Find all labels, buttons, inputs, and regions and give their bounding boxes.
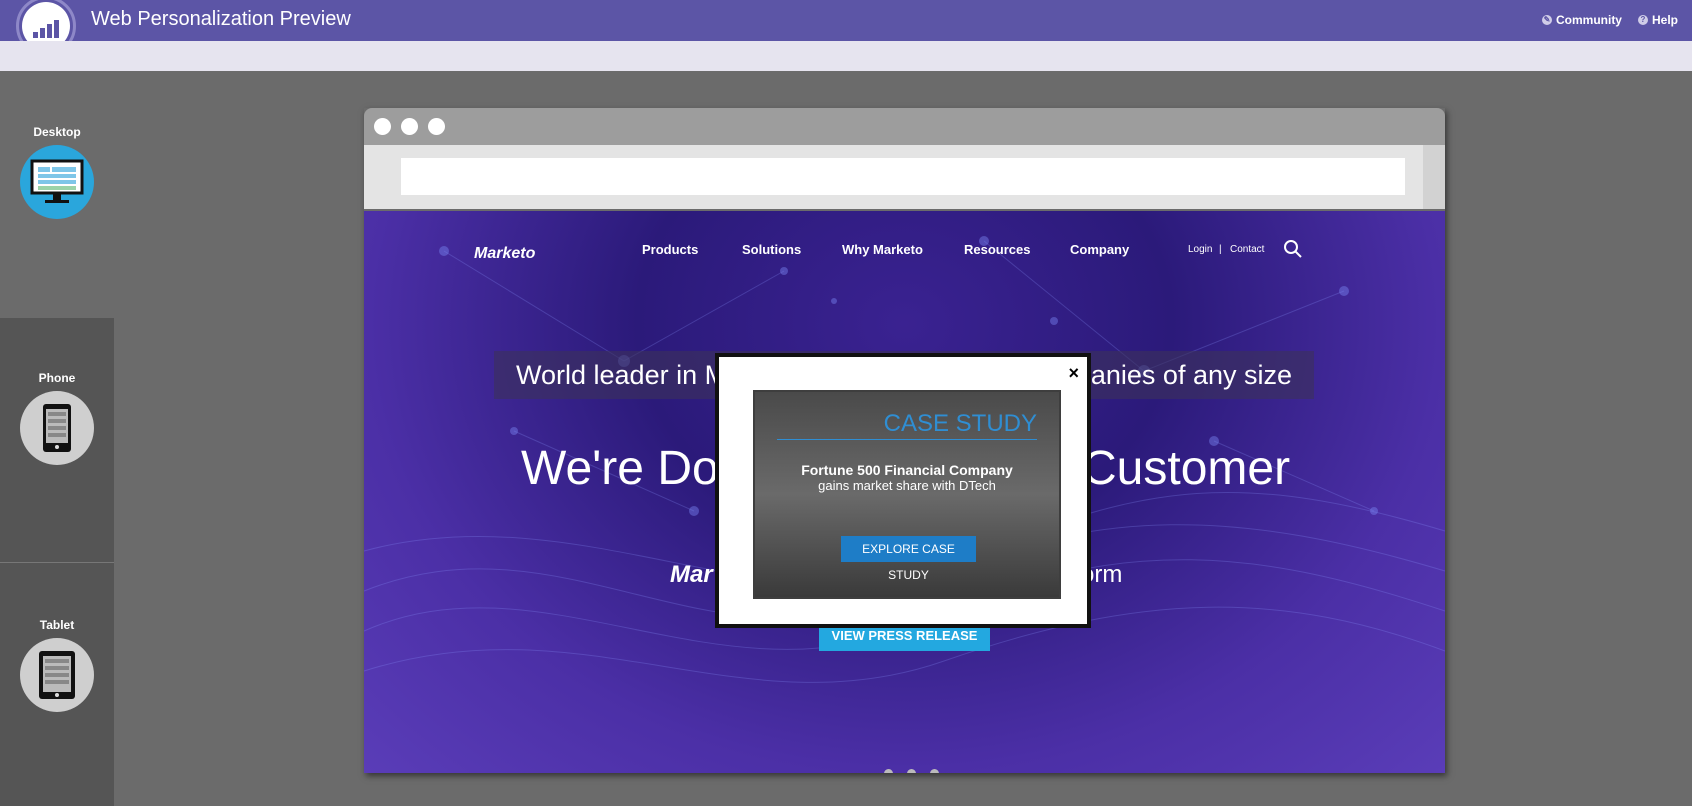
device-desktop[interactable]: Desktop: [0, 125, 114, 219]
search-icon[interactable]: [1283, 239, 1303, 259]
sidebar-divider: [0, 562, 114, 563]
case-study-tag: CASE STUDY: [883, 410, 1037, 437]
nav-resources[interactable]: Resources: [964, 242, 1030, 257]
hero-headline-left: We're Do: [521, 442, 719, 495]
community-label: Community: [1555, 13, 1622, 27]
explore-case-study-button[interactable]: EXPLORE CASE STUDY: [841, 536, 976, 582]
personalization-modal: × CASE STUDY Fortune 500 Financial Compa…: [715, 353, 1091, 628]
hero-subline-left: Mar: [670, 561, 713, 588]
hero-banner-left: World leader in M: [516, 360, 728, 390]
app-header: Web Personalization Preview ✎ Community …: [0, 0, 1692, 56]
site-brand[interactable]: Marketo: [474, 245, 535, 263]
case-study-rule: [777, 439, 1037, 440]
carousel-dot[interactable]: [907, 769, 916, 773]
modal-body: × CASE STUDY Fortune 500 Financial Compa…: [719, 357, 1087, 624]
browser-scrollbar: [1423, 145, 1445, 209]
tablet-icon: [20, 638, 94, 712]
device-tablet-label: Tablet: [39, 618, 75, 632]
device-desktop-label: Desktop: [33, 125, 81, 139]
desktop-icon: [20, 145, 94, 219]
window-dot: [374, 118, 391, 135]
help-label: Help: [1651, 13, 1678, 27]
browser-titlebar: [364, 108, 1445, 145]
nav-products[interactable]: Products: [642, 242, 698, 257]
nav-solutions[interactable]: Solutions: [742, 242, 801, 257]
app-title: Web Personalization Preview: [91, 8, 351, 30]
community-icon: ✎: [1541, 15, 1552, 25]
carousel-dot[interactable]: [930, 769, 939, 773]
phone-icon: [20, 391, 94, 465]
close-icon[interactable]: ×: [1068, 363, 1079, 384]
carousel-dot[interactable]: [884, 769, 893, 773]
nav-separator: |: [1219, 244, 1222, 255]
address-bar[interactable]: [401, 158, 1405, 195]
nav-contact[interactable]: Contact: [1230, 244, 1264, 255]
hero-headline-right: Customer: [1082, 442, 1291, 495]
sub-toolbar: [0, 41, 1692, 71]
case-study-subline: gains market share with DTech: [818, 478, 996, 493]
help-icon: ?: [1637, 15, 1648, 25]
window-dot: [428, 118, 445, 135]
community-link[interactable]: ✎ Community: [1541, 13, 1622, 27]
device-tablet[interactable]: Tablet: [0, 618, 114, 712]
nav-company[interactable]: Company: [1070, 242, 1129, 257]
help-link[interactable]: ? Help: [1637, 13, 1678, 27]
header-links: ✎ Community ? Help: [1541, 13, 1678, 27]
hero-banner-right: panies of any size: [1075, 360, 1292, 390]
case-study-card: CASE STUDY Fortune 500 Financial Company…: [753, 390, 1061, 599]
nav-why-marketo[interactable]: Why Marketo: [842, 242, 923, 257]
nav-login[interactable]: Login: [1188, 244, 1212, 255]
site-nav: Marketo Products Solutions Why Marketo R…: [364, 237, 1445, 267]
device-phone-label: Phone: [38, 371, 76, 385]
device-phone[interactable]: Phone: [0, 371, 114, 465]
case-study-headline: Fortune 500 Financial Company: [801, 462, 1013, 478]
window-dot: [401, 118, 418, 135]
